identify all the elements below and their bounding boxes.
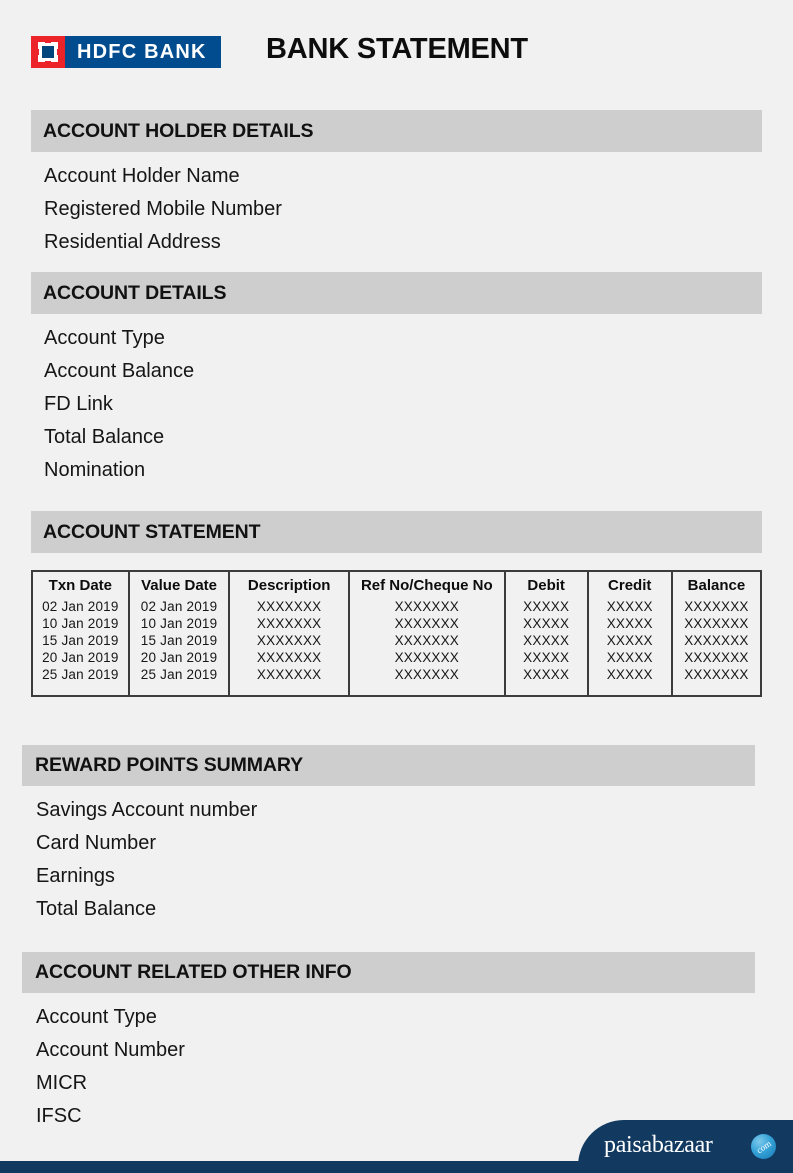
cell-debit: XXXXX [504, 666, 589, 683]
cell-balance: XXXXXXX [684, 633, 749, 648]
section-body-account-related-other-info: Account Type Account Number MICR IFSC [22, 993, 755, 1133]
cell-description: XXXXXXX [229, 649, 350, 666]
column-header-credit: Credit [587, 572, 673, 598]
section-header-reward-points-summary: REWARD POINTS SUMMARY [22, 745, 755, 786]
detail-line: Earnings [36, 865, 115, 887]
table-header-row: Txn Date Value Date Description Ref No/C… [33, 572, 760, 598]
cell-balance: XXXXXXX [684, 667, 749, 682]
detail-line: Account Type [36, 1006, 157, 1028]
table-row: 02 Jan 2019 02 Jan 2019 XXXXXXX XXXXXXX … [33, 598, 760, 615]
column-header-txn-date: Txn Date [33, 572, 130, 598]
hdfc-logo-mark-icon [31, 36, 65, 68]
cell-value-date: 15 Jan 2019 [128, 632, 231, 649]
table-spacer-row [33, 683, 760, 695]
cell-description: XXXXXXX [229, 632, 350, 649]
section-body-reward-points-summary: Savings Account number Card Number Earni… [22, 786, 755, 926]
detail-line: Account Number [36, 1039, 185, 1061]
cell-value-date: 25 Jan 2019 [128, 666, 231, 683]
cell-value-date: 02 Jan 2019 [128, 598, 231, 615]
detail-line: Card Number [36, 832, 157, 854]
cell-ref-no: XXXXXXX [348, 632, 506, 649]
column-header-value-date: Value Date [128, 572, 231, 598]
cell-txn-date: 10 Jan 2019 [33, 615, 130, 632]
cell-credit: XXXXX [587, 598, 673, 615]
detail-line: Residential Address [44, 231, 221, 253]
table-row: 25 Jan 2019 25 Jan 2019 XXXXXXX XXXXXXX … [33, 666, 760, 683]
cell-ref-no: XXXXXXX [348, 598, 506, 615]
cell-debit: XXXXX [504, 649, 589, 666]
cell-credit: XXXXX [587, 649, 673, 666]
table-row: 10 Jan 2019 10 Jan 2019 XXXXXXX XXXXXXX … [33, 615, 760, 632]
transactions-table-wrapper: Txn Date Value Date Description Ref No/C… [31, 570, 762, 697]
cell-txn-date: 02 Jan 2019 [33, 598, 130, 615]
cell-credit: XXXXX [587, 666, 673, 683]
dotcom-circle-icon: com [751, 1134, 776, 1159]
detail-line: FD Link [44, 393, 113, 415]
cell-balance: XXXXXXX [684, 599, 749, 614]
table-row: 15 Jan 2019 15 Jan 2019 XXXXXXX XXXXXXX … [33, 632, 760, 649]
detail-line: Account Holder Name [44, 165, 240, 187]
cell-txn-date: 15 Jan 2019 [33, 632, 130, 649]
section-body-account-holder-details: Account Holder Name Registered Mobile Nu… [31, 152, 762, 259]
statement-page: HDFC BANK BANK STATEMENT ACCOUNT HOLDER … [0, 0, 793, 1173]
section-header-account-related-other-info: ACCOUNT RELATED OTHER INFO [22, 952, 755, 993]
dotcom-label: com [754, 1137, 773, 1156]
cell-debit: XXXXX [504, 615, 589, 632]
detail-line: Total Balance [44, 426, 165, 448]
section-account-statement: ACCOUNT STATEMENT [31, 511, 762, 553]
cell-balance: XXXXXXX [684, 650, 749, 665]
column-header-balance: Balance [687, 577, 746, 594]
transactions-table: Txn Date Value Date Description Ref No/C… [33, 572, 760, 695]
cell-ref-no: XXXXXXX [348, 649, 506, 666]
paisabazaar-wordmark: paisabazaar [604, 1132, 713, 1158]
cell-description: XXXXXXX [229, 666, 350, 683]
column-header-debit: Debit [504, 572, 589, 598]
detail-line: Registered Mobile Number [44, 198, 282, 220]
section-header-account-details: ACCOUNT DETAILS [31, 272, 762, 314]
cell-description: XXXXXXX [229, 598, 350, 615]
section-account-details: ACCOUNT DETAILS Account Type Account Bal… [31, 272, 762, 487]
cell-value-date: 20 Jan 2019 [128, 649, 231, 666]
section-reward-points-summary: REWARD POINTS SUMMARY Savings Account nu… [22, 745, 755, 926]
page-title: BANK STATEMENT [266, 33, 528, 65]
cell-debit: XXXXX [504, 598, 589, 615]
detail-line: Account Balance [44, 360, 195, 382]
paisabazaar-footer-badge: paisabazaar com [578, 1120, 793, 1173]
detail-line: Total Balance [36, 898, 157, 920]
cell-ref-no: XXXXXXX [348, 666, 506, 683]
detail-line: Nomination [44, 459, 146, 481]
section-header-account-holder-details: ACCOUNT HOLDER DETAILS [31, 110, 762, 152]
hdfc-logo-wordmark: HDFC BANK [65, 36, 221, 68]
column-header-description: Description [229, 572, 350, 598]
section-account-related-other-info: ACCOUNT RELATED OTHER INFO Account Type … [22, 952, 755, 1133]
page-header: HDFC BANK BANK STATEMENT [0, 0, 793, 100]
detail-line: Savings Account number [36, 799, 258, 821]
cell-value-date: 10 Jan 2019 [128, 615, 231, 632]
section-account-holder-details: ACCOUNT HOLDER DETAILS Account Holder Na… [31, 110, 762, 259]
cell-txn-date: 20 Jan 2019 [33, 649, 130, 666]
cell-ref-no: XXXXXXX [348, 615, 506, 632]
detail-line: MICR [36, 1072, 88, 1094]
cell-credit: XXXXX [587, 632, 673, 649]
cell-txn-date: 25 Jan 2019 [33, 666, 130, 683]
cell-debit: XXXXX [504, 632, 589, 649]
column-header-ref-no: Ref No/Cheque No [348, 572, 506, 598]
hdfc-bank-logo: HDFC BANK [31, 36, 221, 68]
cell-credit: XXXXX [587, 615, 673, 632]
section-body-account-details: Account Type Account Balance FD Link Tot… [31, 314, 762, 487]
detail-line: Account Type [44, 327, 165, 349]
section-header-account-statement: ACCOUNT STATEMENT [31, 511, 762, 553]
table-row: 20 Jan 2019 20 Jan 2019 XXXXXXX XXXXXXX … [33, 649, 760, 666]
cell-description: XXXXXXX [229, 615, 350, 632]
cell-balance: XXXXXXX [684, 616, 749, 631]
